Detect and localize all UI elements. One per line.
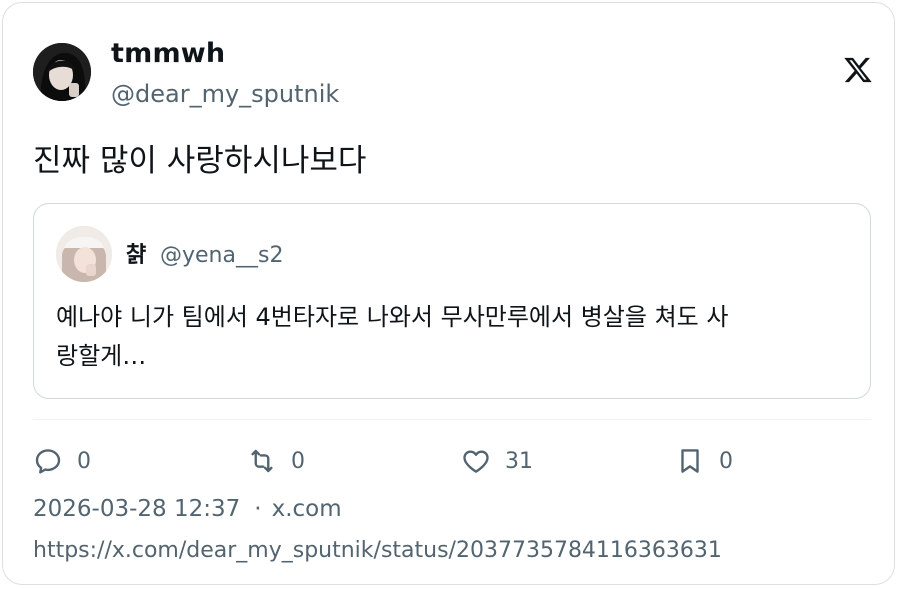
author-display-name[interactable]: tmmwh (111, 37, 225, 71)
reply-button[interactable]: 0 (33, 443, 91, 479)
reply-count: 0 (77, 448, 91, 474)
quoted-display-name[interactable]: 챩 (126, 242, 146, 270)
reply-icon (35, 449, 61, 474)
tweet-url[interactable]: https://x.com/dear_my_sputnik/status/203… (33, 536, 722, 566)
action-bar: 0 0 31 0 (33, 443, 871, 479)
bookmark-button[interactable]: 0 (675, 443, 733, 479)
tweet-card: tmmwh @dear_my_sputnik 진짜 많이 사랑하시나보다 챩 @… (2, 2, 895, 585)
quoted-text-line-2: 랑할게… (56, 342, 147, 370)
quoted-author-avatar[interactable] (56, 226, 112, 282)
heart-icon (463, 450, 489, 473)
bookmark-icon (681, 449, 699, 473)
tweet-text: 진짜 많이 사랑하시나보다 (33, 143, 367, 179)
bookmark-count: 0 (719, 448, 733, 474)
meta-separator: · (254, 496, 262, 522)
quoted-tweet-text: 예나야 니가 팀에서 4번타자로 나와서 무사만루에서 병살을 쳐도 사 랑할게… (56, 298, 856, 376)
tweet-datetime[interactable]: 2026-03-28 12:37 (33, 496, 240, 522)
quoted-text-line-1: 예나야 니가 팀에서 4번타자로 나와서 무사만루에서 병살을 쳐도 사 (56, 303, 729, 331)
retweet-icon (251, 449, 273, 473)
like-button[interactable]: 31 (461, 443, 533, 479)
tweet-source[interactable]: x.com (272, 496, 342, 522)
quoted-tweet[interactable]: 챩 @yena__s2 예나야 니가 팀에서 4번타자로 나와서 무사만루에서 … (33, 203, 871, 399)
divider (33, 419, 871, 420)
retweet-count: 0 (291, 448, 305, 474)
x-logo-icon[interactable] (843, 55, 873, 87)
author-avatar[interactable] (33, 43, 91, 101)
author-handle[interactable]: @dear_my_sputnik (111, 79, 339, 109)
tweet-meta: 2026-03-28 12:37 · x.com (33, 494, 342, 524)
like-count: 31 (505, 448, 533, 474)
quoted-handle[interactable]: @yena__s2 (160, 242, 283, 270)
retweet-button[interactable]: 0 (247, 443, 305, 479)
